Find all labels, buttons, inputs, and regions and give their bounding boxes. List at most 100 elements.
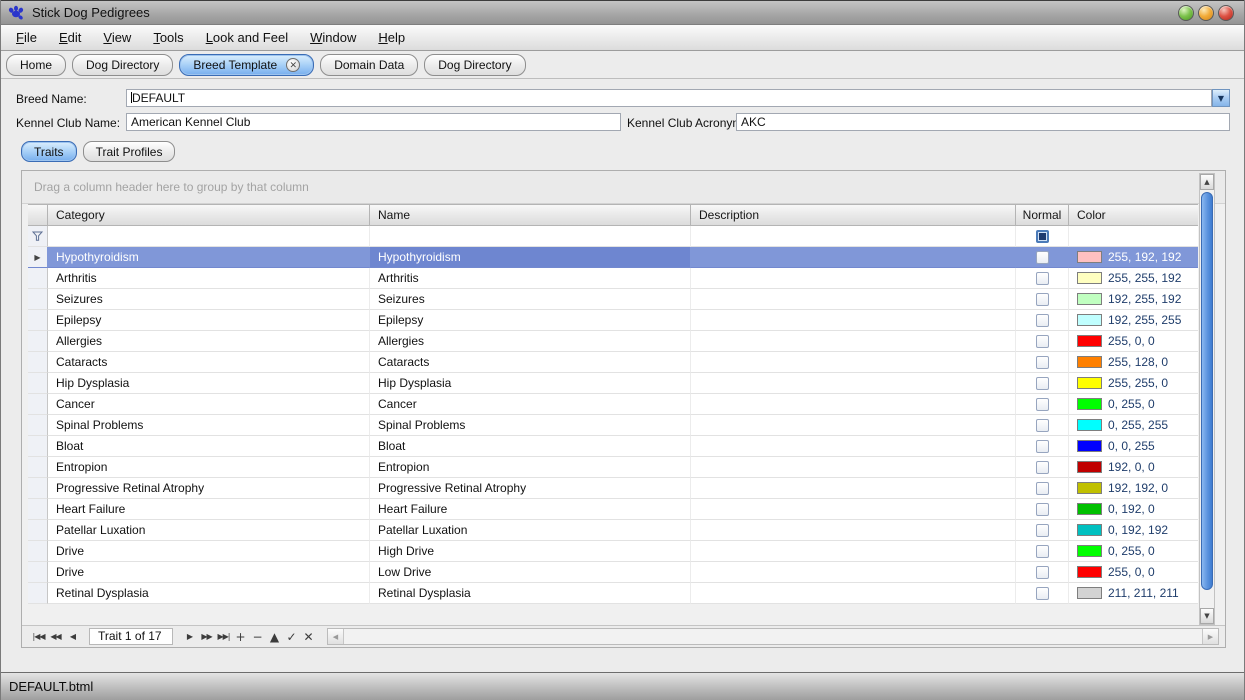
cell-color[interactable]: 192, 0, 0	[1069, 457, 1198, 478]
tab-close-icon[interactable]: ✕	[286, 58, 300, 72]
previous-record-button[interactable]: ◀	[64, 629, 81, 645]
cell-description[interactable]	[691, 268, 1016, 289]
row-header-cell[interactable]: ▶	[28, 247, 48, 268]
table-row[interactable]: Spinal ProblemsSpinal Problems0, 255, 25…	[28, 415, 1198, 436]
table-row[interactable]: Hip DysplasiaHip Dysplasia255, 255, 0	[28, 373, 1198, 394]
cell-category[interactable]: Retinal Dysplasia	[48, 583, 370, 604]
header-cell-normal[interactable]: Normal	[1016, 204, 1069, 226]
cell-color[interactable]: 192, 255, 192	[1069, 289, 1198, 310]
cell-name[interactable]: High Drive	[370, 541, 691, 562]
cell-description[interactable]	[691, 352, 1016, 373]
cell-name[interactable]: Patellar Luxation	[370, 520, 691, 541]
table-row[interactable]: DriveHigh Drive0, 255, 0	[28, 541, 1198, 562]
cell-category[interactable]: Hypothyroidism	[48, 247, 370, 268]
cancel-edit-button[interactable]: ✕	[300, 629, 317, 645]
vertical-scrollbar-thumb[interactable]	[1201, 192, 1213, 590]
cell-description[interactable]	[691, 331, 1016, 352]
group-by-band[interactable]: Drag a column header here to group by th…	[22, 171, 1225, 204]
fast-forward-button[interactable]: ▶▶	[198, 629, 215, 645]
cell-name[interactable]: Retinal Dysplasia	[370, 583, 691, 604]
row-header-cell[interactable]	[28, 268, 48, 289]
vertical-scrollbar[interactable]: ▲ ▼	[1199, 173, 1215, 625]
normal-checkbox[interactable]	[1036, 251, 1049, 264]
header-cell-name[interactable]: Name	[370, 204, 691, 226]
cell-normal[interactable]	[1016, 352, 1069, 373]
cell-name[interactable]: Bloat	[370, 436, 691, 457]
filter-normal-checkbox[interactable]	[1036, 230, 1049, 243]
cell-normal[interactable]	[1016, 289, 1069, 310]
subtab-trait-profiles[interactable]: Trait Profiles	[83, 141, 176, 162]
normal-checkbox[interactable]	[1036, 377, 1049, 390]
cell-category[interactable]: Seizures	[48, 289, 370, 310]
cell-color[interactable]: 255, 255, 0	[1069, 373, 1198, 394]
cell-color[interactable]: 0, 255, 0	[1069, 541, 1198, 562]
menu-item-view[interactable]: View	[92, 25, 142, 50]
minimize-button[interactable]	[1178, 5, 1194, 21]
table-row[interactable]: EntropionEntropion192, 0, 0	[28, 457, 1198, 478]
cell-normal[interactable]	[1016, 415, 1069, 436]
row-header-cell[interactable]	[28, 394, 48, 415]
cell-name[interactable]: Arthritis	[370, 268, 691, 289]
cell-category[interactable]: Epilepsy	[48, 310, 370, 331]
cell-category[interactable]: Arthritis	[48, 268, 370, 289]
normal-checkbox[interactable]	[1036, 566, 1049, 579]
cell-category[interactable]: Progressive Retinal Atrophy	[48, 478, 370, 499]
cell-normal[interactable]	[1016, 457, 1069, 478]
cell-normal[interactable]	[1016, 562, 1069, 583]
row-header-cell[interactable]	[28, 499, 48, 520]
normal-checkbox[interactable]	[1036, 461, 1049, 474]
filter-cell-category[interactable]	[48, 226, 370, 247]
cell-normal[interactable]	[1016, 520, 1069, 541]
row-header-cell[interactable]	[28, 373, 48, 394]
row-header-cell[interactable]	[28, 457, 48, 478]
table-row[interactable]: ▶HypothyroidismHypothyroidism255, 192, 1…	[28, 247, 1198, 268]
cell-name[interactable]: Cataracts	[370, 352, 691, 373]
header-cell-color[interactable]: Color	[1069, 204, 1198, 226]
cell-normal[interactable]	[1016, 247, 1069, 268]
cell-normal[interactable]	[1016, 541, 1069, 562]
cell-color[interactable]: 0, 0, 255	[1069, 436, 1198, 457]
filter-cell-description[interactable]	[691, 226, 1016, 247]
filter-row-header-cell[interactable]	[28, 226, 48, 247]
cell-normal[interactable]	[1016, 268, 1069, 289]
row-header-cell[interactable]	[28, 310, 48, 331]
normal-checkbox[interactable]	[1036, 482, 1049, 495]
cell-description[interactable]	[691, 541, 1016, 562]
cell-color[interactable]: 0, 255, 255	[1069, 415, 1198, 436]
row-header-cell[interactable]	[28, 583, 48, 604]
scroll-up-arrow-icon[interactable]: ▲	[1200, 174, 1214, 190]
last-record-button[interactable]: ▶▶|	[215, 629, 232, 645]
cell-normal[interactable]	[1016, 373, 1069, 394]
cell-name[interactable]: Cancer	[370, 394, 691, 415]
table-row[interactable]: Progressive Retinal AtrophyProgressive R…	[28, 478, 1198, 499]
normal-checkbox[interactable]	[1036, 335, 1049, 348]
tab-dog-directory[interactable]: Dog Directory	[424, 54, 525, 76]
cell-description[interactable]	[691, 583, 1016, 604]
cell-description[interactable]	[691, 247, 1016, 268]
normal-checkbox[interactable]	[1036, 314, 1049, 327]
row-header-cell[interactable]	[28, 562, 48, 583]
cell-name[interactable]: Epilepsy	[370, 310, 691, 331]
cell-normal[interactable]	[1016, 310, 1069, 331]
cell-name[interactable]: Heart Failure	[370, 499, 691, 520]
cell-normal[interactable]	[1016, 394, 1069, 415]
header-cell-description[interactable]: Description	[691, 204, 1016, 226]
row-header-cell[interactable]	[28, 331, 48, 352]
cell-name[interactable]: Hip Dysplasia	[370, 373, 691, 394]
cell-description[interactable]	[691, 289, 1016, 310]
normal-checkbox[interactable]	[1036, 272, 1049, 285]
row-header-cell[interactable]	[28, 415, 48, 436]
cell-name[interactable]: Low Drive	[370, 562, 691, 583]
cell-description[interactable]	[691, 394, 1016, 415]
title-bar[interactable]: Stick Dog Pedigrees	[1, 0, 1244, 25]
edit-record-button[interactable]: ▲	[266, 629, 283, 645]
row-header-cell[interactable]	[28, 436, 48, 457]
scroll-left-arrow-icon[interactable]: ◀	[328, 629, 344, 644]
cell-description[interactable]	[691, 415, 1016, 436]
cell-description[interactable]	[691, 562, 1016, 583]
cell-name[interactable]: Entropion	[370, 457, 691, 478]
table-row[interactable]: Retinal DysplasiaRetinal Dysplasia 211, 2…	[28, 583, 1198, 604]
cell-color[interactable]: 211, 211, 211	[1069, 583, 1198, 604]
cell-category[interactable]: Cataracts	[48, 352, 370, 373]
cell-normal[interactable]	[1016, 499, 1069, 520]
